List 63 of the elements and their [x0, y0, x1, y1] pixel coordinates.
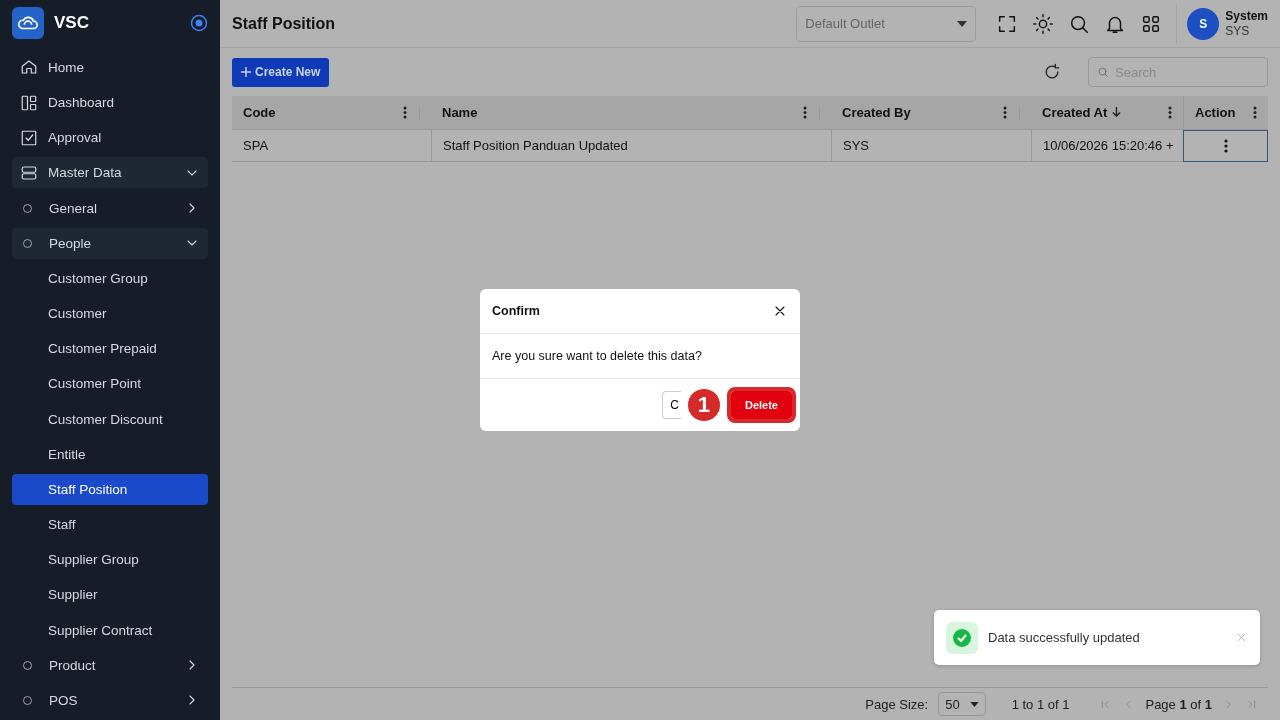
column-header[interactable]: Name [431, 96, 831, 130]
column-menu-icon[interactable] [1253, 106, 1257, 119]
server-icon [20, 163, 38, 182]
column-header[interactable]: Code [232, 96, 431, 130]
row-menu-icon[interactable] [1223, 139, 1228, 153]
close-icon [1235, 631, 1248, 644]
column-menu-icon[interactable] [1003, 106, 1007, 119]
sidebar-item[interactable]: Approval [12, 122, 208, 154]
dashboard-icon [20, 93, 38, 112]
cancel-button[interactable]: C [662, 391, 681, 419]
sidebar-item[interactable]: Home [12, 51, 208, 83]
sidebar-item[interactable]: Supplier Contract [12, 614, 208, 646]
sidebar-item[interactable]: Product [12, 649, 208, 681]
column-header[interactable]: Created By [831, 96, 1031, 130]
column-header[interactable]: Created At [1031, 96, 1183, 130]
sidebar-item[interactable]: Supplier [12, 579, 208, 611]
sidebar-item[interactable]: Customer Group [12, 262, 208, 294]
column-menu-icon[interactable] [1168, 106, 1172, 119]
sidebar-item[interactable]: Customer Point [12, 368, 208, 400]
home-icon [20, 58, 38, 77]
dialog-message: Are you sure want to delete this data? [492, 349, 702, 363]
sun-icon [1032, 12, 1055, 35]
dialog-title: Confirm [492, 304, 541, 318]
toast-message: Data successfully updated [988, 630, 1141, 645]
column-menu-icon[interactable] [803, 106, 807, 119]
radio-toggle-icon[interactable] [190, 14, 208, 33]
sidebar-item[interactable]: Customer Discount [12, 403, 208, 435]
success-icon [946, 621, 978, 654]
plus-icon [241, 67, 251, 77]
sidebar-item[interactable]: Entitle [12, 438, 208, 470]
table-cell: SYS [831, 130, 1031, 162]
sidebar-item[interactable]: Customer [12, 297, 208, 330]
sort-down-arrow-icon[interactable] [1110, 106, 1122, 117]
sidebar-item[interactable]: Supplier Group [12, 544, 208, 576]
search-icon [1097, 66, 1109, 78]
table-cell: SPA [232, 130, 431, 162]
checkbox-icon [20, 128, 38, 147]
user-avatar[interactable]: S [1187, 7, 1220, 40]
table-cell: 10/06/2026 15:20:46 + [1031, 130, 1183, 162]
create-new-button[interactable]: Create New [232, 57, 330, 87]
column-header[interactable]: Action [1183, 96, 1268, 130]
sidebar-item[interactable]: Master Data [12, 157, 208, 189]
page-size-select[interactable]: 50 [938, 692, 986, 716]
sidebar-item[interactable]: Staff Position [12, 473, 208, 505]
caret-icon [969, 701, 979, 707]
sidebar-item[interactable]: POS [12, 684, 208, 716]
sidebar-item[interactable]: Customer Prepaid [12, 333, 208, 365]
user-name: System [1225, 8, 1268, 24]
sidebar-item[interactable]: General [12, 192, 208, 224]
column-menu-icon[interactable] [403, 106, 407, 119]
row-range: 1 to 1 of 1 [1011, 696, 1070, 712]
page-size-label: Page Size: [865, 696, 929, 712]
page-indicator: Page 1 of 1 [1145, 696, 1212, 712]
page-title: Staff Position [232, 14, 337, 33]
step-badge: 1 [686, 388, 721, 422]
caret-icon [957, 20, 968, 27]
cloud-logo-icon [12, 7, 44, 40]
sidebar-item[interactable]: People [12, 227, 208, 259]
sidebar-item[interactable]: Dashboard [12, 86, 208, 119]
user-code: SYS [1225, 23, 1251, 39]
brand-name: VSC [54, 13, 90, 34]
table-cell: Staff Position Panduan Updated [431, 130, 831, 162]
sidebar-item[interactable]: Staff [12, 509, 208, 541]
